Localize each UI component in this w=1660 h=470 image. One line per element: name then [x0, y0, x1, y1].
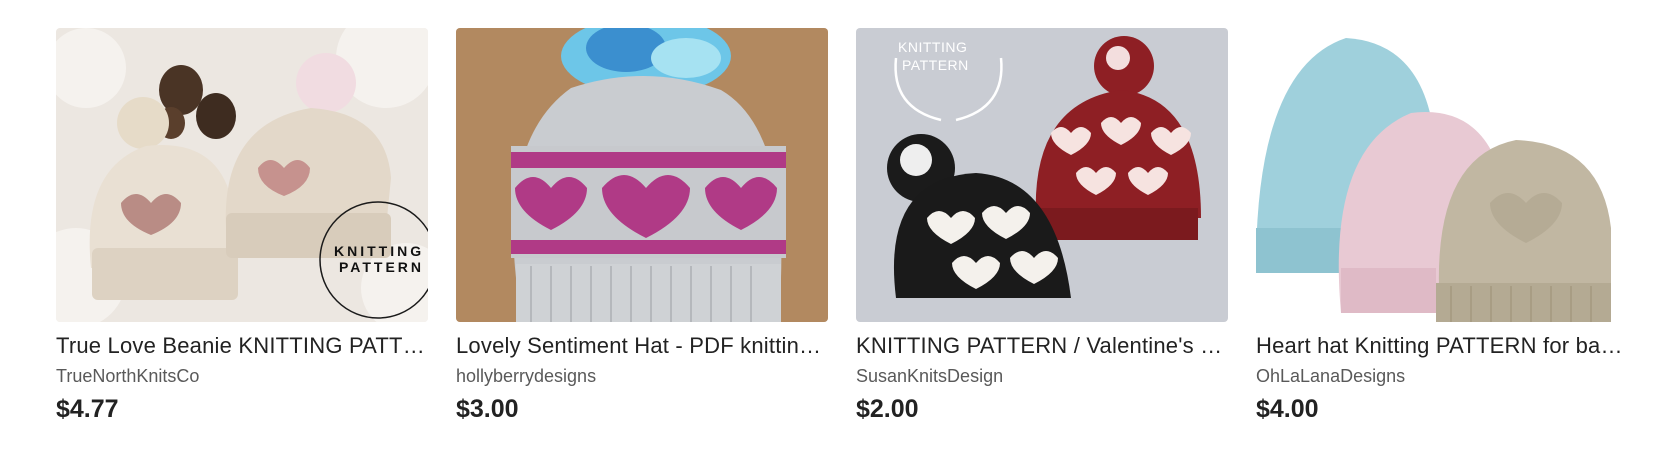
listing-card[interactable]: Lovely Sentiment Hat - PDF knitting patt… — [456, 28, 828, 424]
shop-name[interactable]: TrueNorthKnitsCo — [56, 365, 428, 387]
listing-photo-heart-beanies: KNITTING PATTERN — [856, 28, 1228, 322]
shop-name[interactable]: OhLaLanaDesigns — [1256, 365, 1628, 387]
listing-grid: KNITTING PATTERN True Love Beanie KNITTIN… — [56, 28, 1656, 448]
listing-title[interactable]: Lovely Sentiment Hat - PDF knitting patt… — [456, 332, 828, 360]
listing-photo-hearts-beanies: KNITTING PATTERN — [56, 28, 428, 322]
listing-price: $2.00 — [856, 395, 919, 423]
listing-image[interactable] — [456, 28, 828, 322]
listing-price: $3.00 — [456, 395, 519, 423]
listing-price: $4.77 — [56, 395, 119, 423]
listing-photo-fairisle-hat — [456, 28, 828, 322]
listing-card[interactable]: KNITTING PATTERN True Love Beanie KNITTIN… — [56, 28, 428, 424]
stamp-text-knitting: KNITTING PATTERN — [334, 243, 424, 275]
listing-photo-textured-hats — [1256, 28, 1628, 322]
shop-name[interactable]: hollyberrydesigns — [456, 365, 828, 387]
listing-title[interactable]: Heart hat Knitting PATTERN for baby, tod… — [1256, 332, 1628, 360]
listing-image[interactable]: KNITTING PATTERN — [856, 28, 1228, 322]
listing-title[interactable]: KNITTING PATTERN / Valentine's Day Heart… — [856, 332, 1228, 360]
listing-card[interactable]: KNITTING PATTERN KNITTING PATTERN / Vale… — [856, 28, 1228, 424]
listing-price: $4.00 — [1256, 395, 1319, 423]
listing-card[interactable]: Heart hat Knitting PATTERN for baby, tod… — [1256, 28, 1628, 424]
listing-title[interactable]: True Love Beanie KNITTING PATTERN for ba… — [56, 332, 428, 360]
shop-name[interactable]: SusanKnitsDesign — [856, 365, 1228, 387]
listing-image[interactable]: KNITTING PATTERN — [56, 28, 428, 322]
listing-image[interactable] — [1256, 28, 1628, 322]
